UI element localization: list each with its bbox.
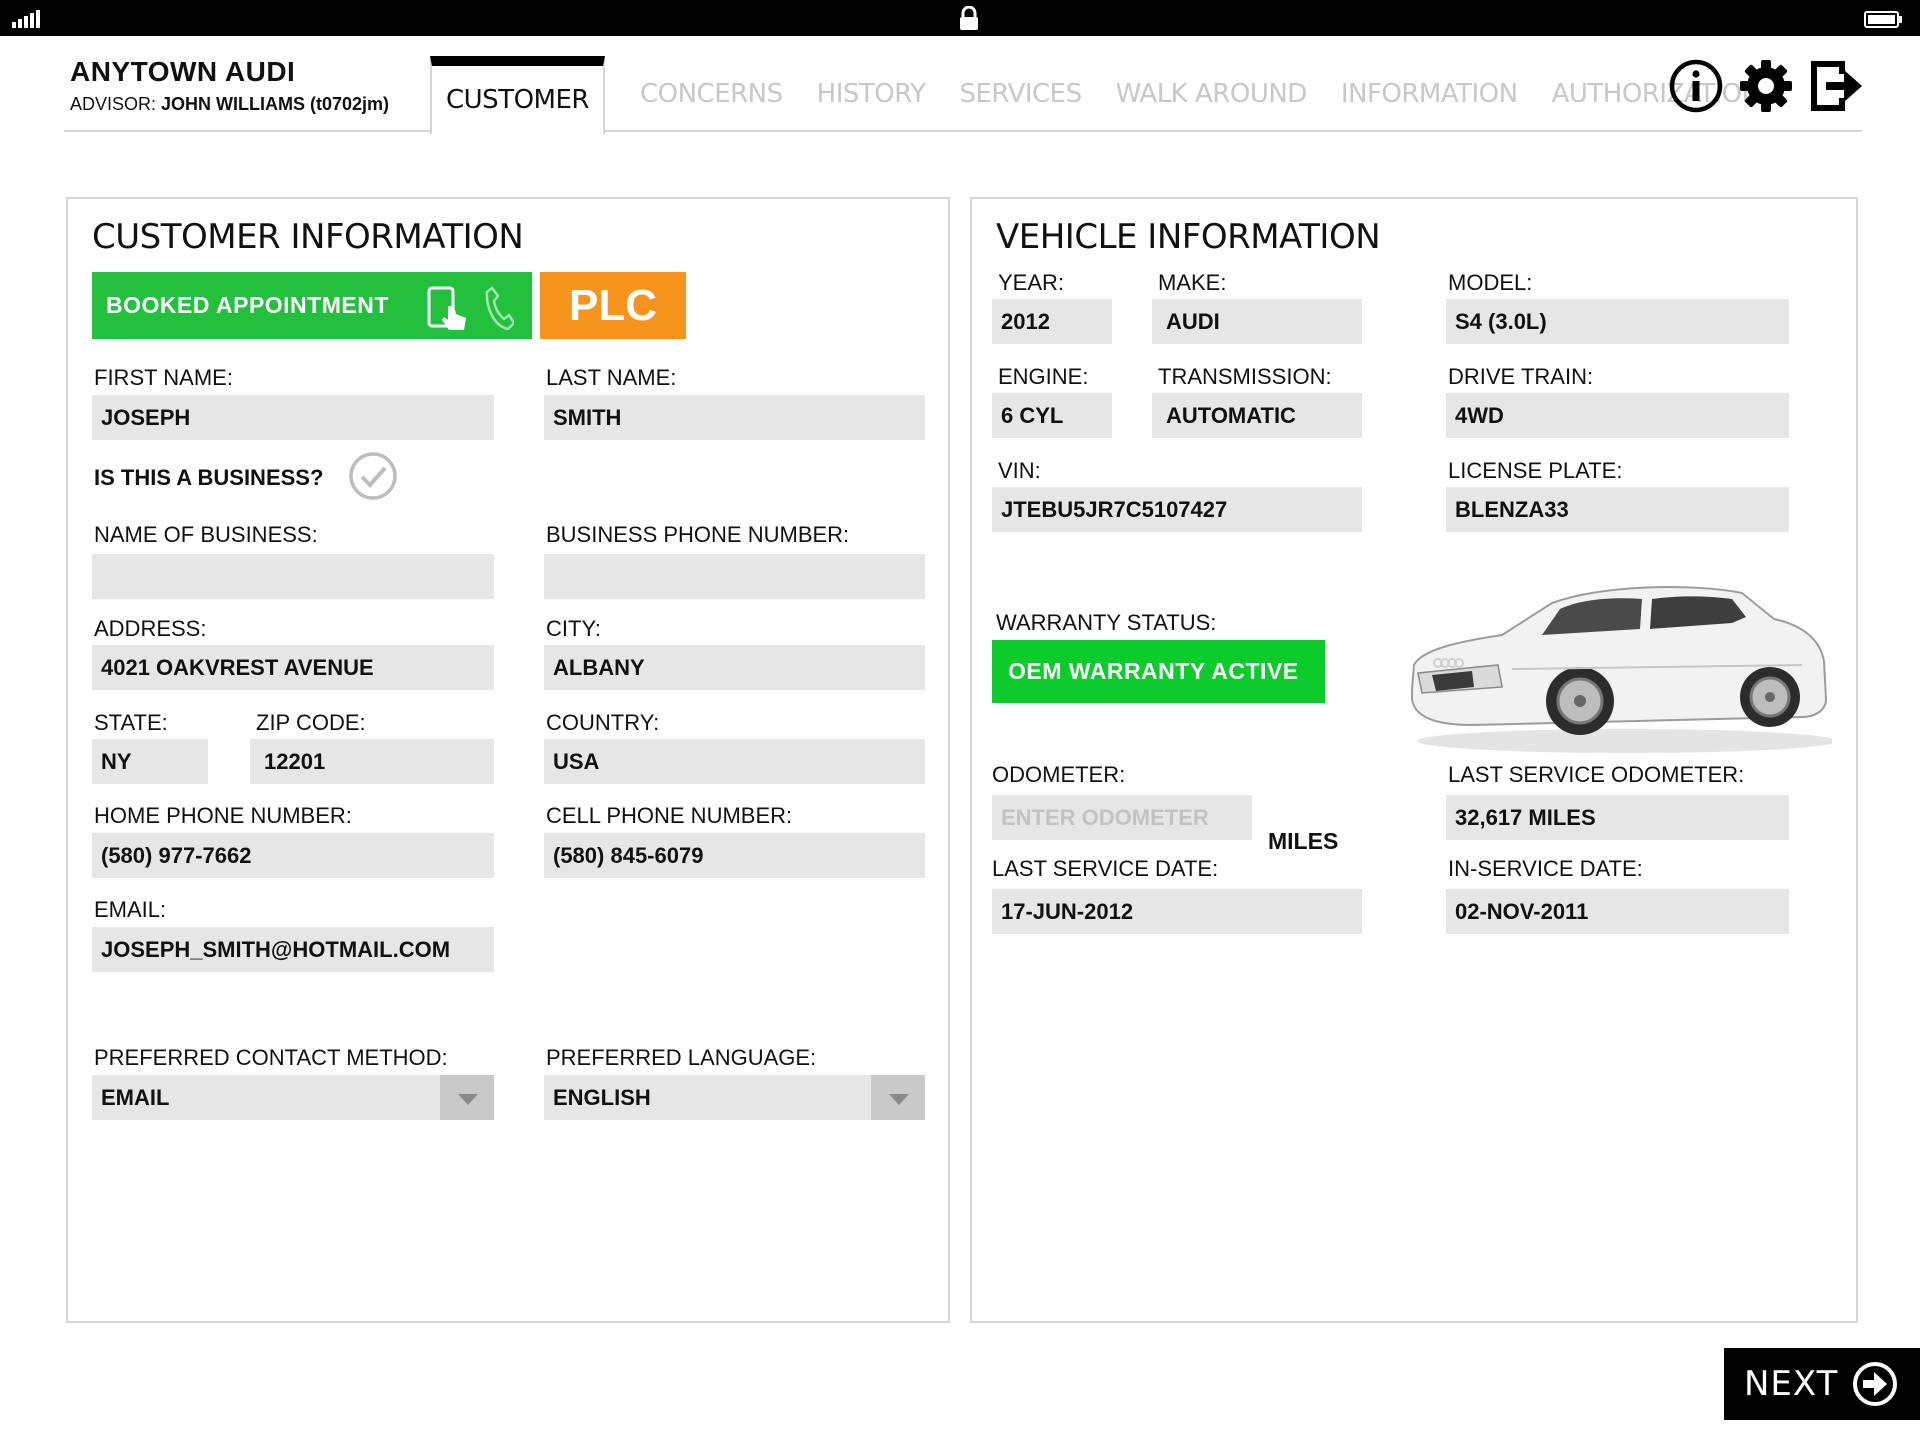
arrow-right-circle-icon xyxy=(1853,1362,1897,1406)
customer-information-title: CUSTOMER INFORMATION xyxy=(92,217,524,257)
last-service-date-field[interactable]: 17-JUN-2012 xyxy=(992,889,1362,934)
language-select[interactable]: ENGLISH xyxy=(544,1075,925,1120)
country-label: COUNTRY: xyxy=(546,710,660,735)
logout-icon[interactable] xyxy=(1808,58,1864,114)
last-service-odometer-label: LAST SERVICE ODOMETER: xyxy=(1448,762,1745,787)
city-label: CITY: xyxy=(546,616,602,641)
odometer-input[interactable]: ENTER ODOMETER xyxy=(992,795,1252,840)
last-service-odometer-field[interactable]: 32,617 MILES xyxy=(1446,795,1789,840)
business-phone-field[interactable] xyxy=(544,554,925,599)
vehicle-information-panel: VEHICLE INFORMATION YEAR: 2012 MAKE: AUD… xyxy=(970,197,1858,1323)
tab-history[interactable]: HISTORY xyxy=(800,56,943,132)
first-name-label: FIRST NAME: xyxy=(94,365,233,390)
next-button[interactable]: NEXT xyxy=(1724,1348,1920,1420)
booked-appointment-label: BOOKED APPOINTMENT xyxy=(106,292,389,318)
language-label: PREFERRED LANGUAGE: xyxy=(546,1045,817,1070)
transmission-label: TRANSMISSION: xyxy=(1158,364,1332,389)
drive-train-field[interactable]: 4WD xyxy=(1446,393,1789,438)
license-plate-label: LICENSE PLATE: xyxy=(1448,458,1623,483)
transmission-field[interactable]: AUTOMATIC xyxy=(1152,393,1362,438)
make-label: MAKE: xyxy=(1158,270,1227,295)
cell-phone-label: CELL PHONE NUMBER: xyxy=(546,803,793,828)
last-name-label: LAST NAME: xyxy=(546,365,677,390)
tab-customer[interactable]: CUSTOMER xyxy=(430,56,605,134)
tablet-touch-icon xyxy=(427,286,466,330)
in-service-date-field[interactable]: 02-NOV-2011 xyxy=(1446,889,1789,934)
next-label: NEXT xyxy=(1744,1364,1839,1404)
home-phone-label: HOME PHONE NUMBER: xyxy=(94,803,352,828)
plc-badge: PLC xyxy=(540,272,686,339)
home-phone-field[interactable]: (580) 977-7662 xyxy=(92,833,494,878)
business-name-field[interactable] xyxy=(92,554,494,599)
address-label: ADDRESS: xyxy=(94,616,207,641)
contact-method-value: EMAIL xyxy=(101,1085,170,1110)
cell-phone-field[interactable]: (580) 845-6079 xyxy=(544,833,925,878)
tab-concerns[interactable]: CONCERNS xyxy=(623,56,800,132)
email-field[interactable]: JOSEPH_SMITH@HOTMAIL.COM xyxy=(92,927,494,972)
zip-code-label: ZIP CODE: xyxy=(256,710,366,735)
state-label: STATE: xyxy=(94,710,168,735)
chevron-down-icon[interactable] xyxy=(871,1075,925,1120)
gear-icon[interactable] xyxy=(1738,58,1794,114)
advisor-name: JOHN WILLIAMS (t0702jm) xyxy=(161,94,390,114)
battery-icon xyxy=(1864,11,1902,28)
vehicle-image xyxy=(1411,586,1832,753)
address-field[interactable]: 4021 OAKVREST AVENUE xyxy=(92,645,494,690)
vin-field[interactable]: JTEBU5JR7C5107427 xyxy=(992,487,1362,532)
dealer-brand: ANYTOWN AUDI ADVISOR: JOHN WILLIAMS (t07… xyxy=(70,56,389,115)
tab-services[interactable]: SERVICES xyxy=(943,56,1099,132)
engine-field[interactable]: 6 CYL xyxy=(992,393,1112,438)
model-field[interactable]: S4 (3.0L) xyxy=(1446,299,1789,344)
language-value: ENGLISH xyxy=(553,1085,651,1110)
tab-information[interactable]: INFORMATION xyxy=(1324,56,1535,132)
business-phone-label: BUSINESS PHONE NUMBER: xyxy=(546,522,850,547)
first-name-field[interactable]: JOSEPH xyxy=(92,395,494,440)
engine-label: ENGINE: xyxy=(998,364,1089,389)
warranty-status-badge: OEM WARRANTY ACTIVE xyxy=(992,640,1325,703)
in-service-date-label: IN-SERVICE DATE: xyxy=(1448,856,1643,881)
lock-icon xyxy=(960,6,978,30)
make-field[interactable]: AUDI xyxy=(1152,299,1362,344)
customer-information-panel: CUSTOMER INFORMATION BOOKED APPOINTMENT … xyxy=(66,197,950,1323)
info-icon[interactable] xyxy=(1668,58,1724,114)
license-plate-field[interactable]: BLENZA33 xyxy=(1446,487,1789,532)
vehicle-information-title: VEHICLE INFORMATION xyxy=(996,217,1381,257)
email-label: EMAIL: xyxy=(94,897,167,922)
dealer-name: ANYTOWN AUDI xyxy=(70,56,296,87)
year-field[interactable]: 2012 xyxy=(992,299,1112,344)
tab-walk-around[interactable]: WALK AROUND xyxy=(1099,56,1324,132)
model-label: MODEL: xyxy=(1448,270,1533,295)
odometer-unit: MILES xyxy=(1268,828,1339,854)
city-field[interactable]: ALBANY xyxy=(544,645,925,690)
contact-method-label: PREFERRED CONTACT METHOD: xyxy=(94,1045,448,1070)
booked-appointment-badge[interactable]: BOOKED APPOINTMENT xyxy=(92,272,532,339)
zip-code-field[interactable]: 12201 xyxy=(250,739,494,784)
tab-bar: CUSTOMER CONCERNS HISTORY SERVICES WALK … xyxy=(430,56,1778,134)
advisor-label: ADVISOR: xyxy=(70,94,162,114)
business-question-label: IS THIS A BUSINESS? xyxy=(94,465,324,490)
year-label: YEAR: xyxy=(998,270,1065,295)
drive-train-label: DRIVE TRAIN: xyxy=(1448,364,1594,389)
last-name-field[interactable]: SMITH xyxy=(544,395,925,440)
last-service-date-label: LAST SERVICE DATE: xyxy=(992,856,1219,881)
status-bar xyxy=(0,0,1920,36)
phone-icon xyxy=(485,286,514,330)
vin-label: VIN: xyxy=(998,458,1041,483)
contact-method-select[interactable]: EMAIL xyxy=(92,1075,494,1120)
business-checkbox-icon[interactable] xyxy=(348,451,398,501)
country-field[interactable]: USA xyxy=(544,739,925,784)
warranty-status-label: WARRANTY STATUS: xyxy=(996,610,1217,635)
chevron-down-icon[interactable] xyxy=(440,1075,494,1120)
state-field[interactable]: NY xyxy=(92,739,208,784)
signal-icon xyxy=(12,10,40,28)
business-name-label: NAME OF BUSINESS: xyxy=(94,522,318,547)
odometer-label: ODOMETER: xyxy=(992,762,1126,787)
advisor-line: ADVISOR: JOHN WILLIAMS (t0702jm) xyxy=(70,94,389,115)
